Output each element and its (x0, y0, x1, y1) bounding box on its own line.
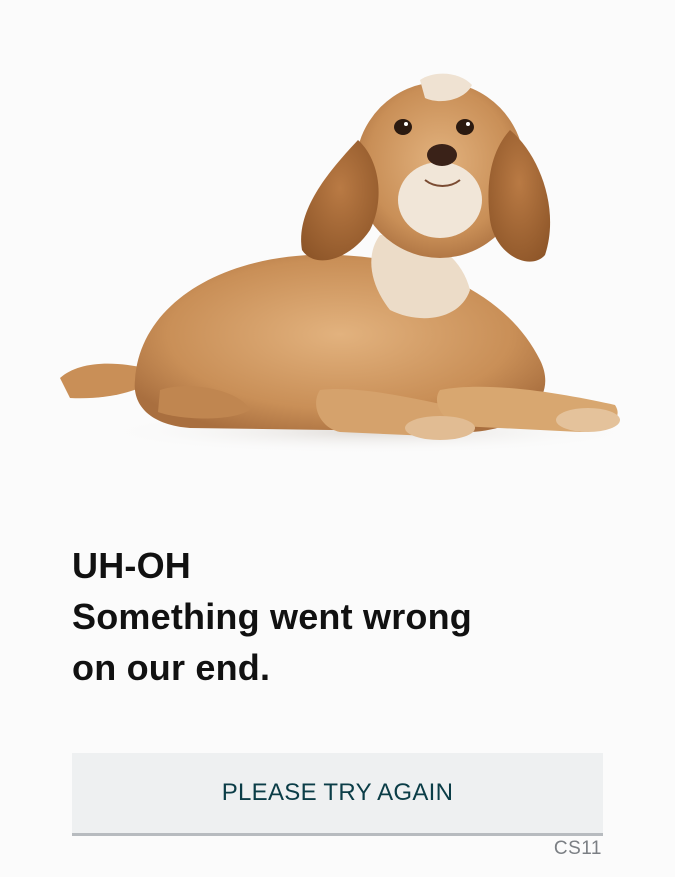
try-again-button[interactable]: PLEASE TRY AGAIN (72, 753, 603, 836)
error-heading: UH-OH (72, 545, 191, 586)
dog-photo (40, 60, 640, 460)
error-message: UH-OH Something went wrong on our end. (72, 540, 612, 693)
error-code: CS11 (553, 838, 602, 859)
error-text-line-2: on our end. (72, 647, 271, 688)
error-text-line-1: Something went wrong (72, 596, 472, 637)
error-page: UH-OH Something went wrong on our end. P… (0, 0, 675, 877)
